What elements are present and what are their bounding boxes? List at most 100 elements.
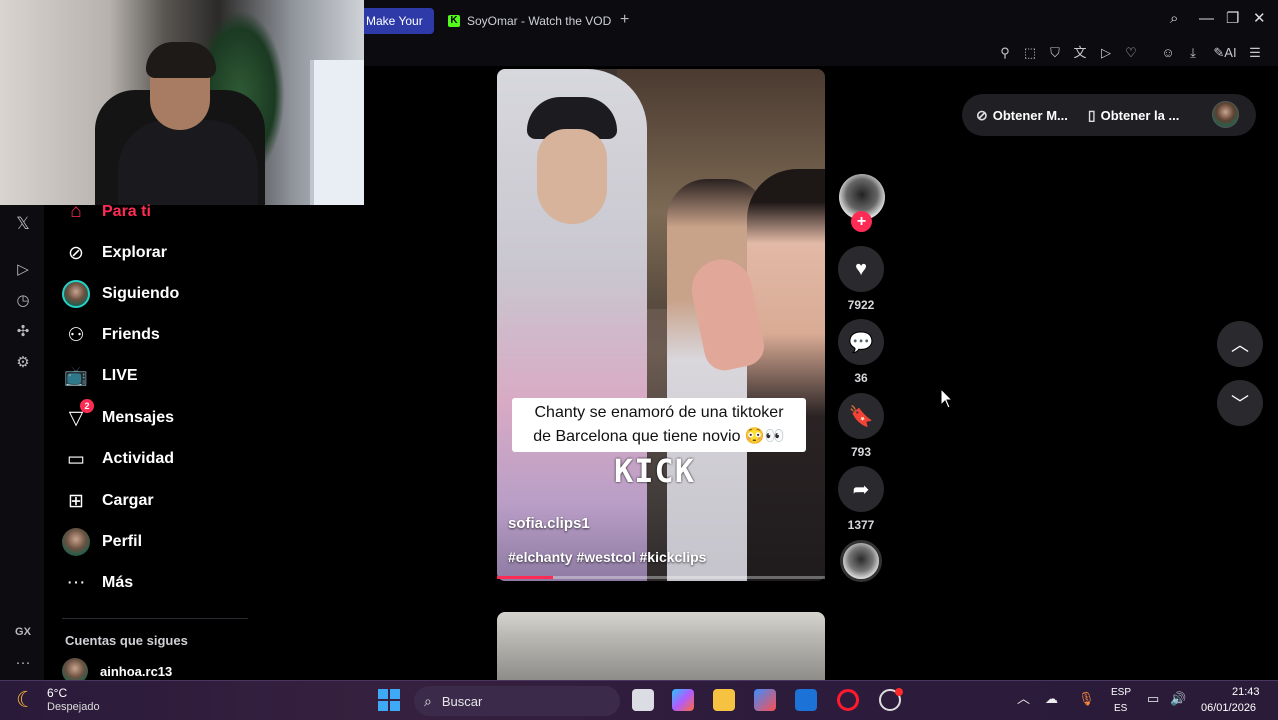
sidebar-item-label: Mensajes (102, 409, 175, 426)
chevron-down-icon: ﹀ (1231, 394, 1249, 414)
opera-gx-icon[interactable] (837, 689, 859, 711)
volume-icon[interactable]: 🔊 (1170, 691, 1186, 707)
messages-icon: ▽ 2 (62, 399, 94, 432)
sidebar-item-perfil[interactable]: Perfil (62, 527, 142, 557)
sidebar-item-live[interactable]: 📺 LIVE (62, 361, 137, 391)
video-player[interactable] (497, 69, 825, 581)
sidebar-item-mas[interactable]: ··· Más (62, 568, 134, 598)
extensions-icon[interactable]: ✣ (12, 321, 34, 343)
task-view-icon[interactable] (632, 689, 654, 711)
music-disc-icon[interactable] (840, 540, 882, 582)
taskbar-search[interactable]: ⌕ Buscar (414, 686, 620, 716)
weather-temperature[interactable]: 6°C (47, 686, 67, 700)
copilot-icon[interactable] (672, 689, 694, 711)
keyboard-layout-indicator[interactable]: ES (1114, 703, 1127, 714)
cloud-icon[interactable]: ☁ (1045, 691, 1058, 707)
shield-icon[interactable]: ⛉ (1046, 44, 1064, 62)
kick-watermark: KICK (614, 452, 696, 490)
follow-plus-icon[interactable]: + (851, 211, 872, 232)
close-icon[interactable]: ✕ (1253, 10, 1266, 28)
language-indicator[interactable]: ESP (1111, 687, 1131, 698)
share-icon: ➦ (852, 478, 870, 501)
sidebar-item-label: Más (102, 574, 134, 591)
clock-date[interactable]: 06/01/2026 (1201, 702, 1256, 714)
network-icon[interactable]: ▭ (1147, 691, 1159, 707)
menu-icon[interactable]: ☰ (1246, 44, 1264, 62)
sidebar-item-actividad[interactable]: ▭ Actividad (62, 444, 174, 474)
caption-line-2: de Barcelona que tiene novio 😳👀 (533, 428, 785, 445)
webcam-overlay (0, 0, 364, 205)
search-placeholder: Buscar (441, 693, 483, 709)
settings-icon[interactable]: ⚙ (12, 352, 34, 374)
home-icon: ⌂ (70, 201, 82, 222)
weather-description[interactable]: Despejado (47, 701, 100, 713)
show-hidden-icons-icon[interactable]: ︿ (1017, 691, 1030, 707)
sidebar-item-label: Siguiendo (102, 285, 180, 302)
mouse-cursor-icon (940, 388, 954, 409)
next-video-preview[interactable] (497, 612, 825, 680)
microphone-icon[interactable]: 🎙 (1078, 691, 1095, 707)
x-icon[interactable]: 𝕏 (12, 213, 34, 235)
video-person-girl-front (747, 169, 825, 581)
sidebar-item-siguiendo[interactable]: Siguiendo (62, 279, 179, 309)
next-video-button[interactable]: ﹀ (1217, 380, 1263, 426)
recording-dot-icon (895, 688, 903, 696)
translate-icon[interactable]: 文 (1071, 44, 1089, 62)
previous-video-button[interactable]: ︿ (1217, 321, 1263, 367)
history-icon[interactable]: ◷ (12, 290, 34, 312)
sidebar-item-para-ti[interactable]: ⌂ Para ti (62, 197, 151, 227)
search-icon: ⌕ (424, 692, 432, 709)
start-menu-icon[interactable] (378, 689, 400, 711)
get-mobile-app-label: Obtener la ... (1100, 107, 1180, 123)
comment-button[interactable]: 💬 (838, 319, 884, 365)
heart-icon[interactable]: ♡ (1122, 44, 1140, 62)
video-face (537, 129, 607, 224)
maximize-icon[interactable]: ❐ (1226, 10, 1239, 28)
video-progress-fill (497, 576, 553, 579)
download-icon[interactable]: ⤓ (1184, 44, 1202, 62)
profile-icon[interactable]: ☺ (1159, 44, 1177, 62)
more-options-icon[interactable]: ··· (12, 652, 34, 674)
pin-icon[interactable]: ⚲ (996, 44, 1014, 62)
search-tabs-icon[interactable]: ⌕ (1170, 10, 1178, 28)
minimize-icon[interactable]: — (1199, 10, 1214, 28)
send-icon[interactable]: ▷ (1097, 44, 1115, 62)
like-button[interactable]: ♥ (838, 246, 884, 292)
get-mobile-app-button[interactable]: ▯ Obtener la ... (1088, 107, 1179, 124)
clock-time[interactable]: 21:43 (1232, 686, 1260, 698)
sidebar-item-label: Actividad (102, 450, 175, 467)
sidebar-item-label: Perfil (102, 533, 143, 550)
video-hashtags[interactable]: #elchanty #westcol #kickclips (508, 549, 706, 565)
video-progress-bar[interactable] (497, 576, 825, 579)
sidebar-item-friends[interactable]: ⚇ Friends (62, 320, 160, 350)
sidebar-item-cargar[interactable]: ⊞ Cargar (62, 486, 154, 516)
get-app-button[interactable]: ⊘ Obtener M... (976, 107, 1068, 124)
sidebar-divider (62, 618, 248, 619)
player-icon[interactable]: ▷ (12, 259, 34, 281)
messages-badge: 2 (80, 399, 94, 413)
get-app-label: Obtener M... (992, 107, 1068, 123)
sidebar-item-label: Friends (102, 326, 160, 343)
tab-label: Make Your (366, 14, 423, 28)
save-button[interactable]: 🔖 (838, 393, 884, 439)
outlook-icon[interactable] (795, 689, 817, 711)
bookmark-icon: 🔖 (848, 405, 874, 428)
share-button[interactable]: ➦ (838, 466, 884, 512)
snapshot-icon[interactable]: ⬚ (1021, 44, 1039, 62)
new-tab-button[interactable]: + (620, 11, 629, 29)
tab-make-your[interactable]: Make Your (364, 8, 434, 34)
store-icon[interactable] (754, 689, 776, 711)
sidebar-item-explorar[interactable]: ⊘ Explorar (62, 238, 167, 268)
window-background (310, 60, 364, 205)
like-count: 7922 (847, 298, 875, 312)
gx-icon[interactable]: GX (12, 621, 34, 643)
tab-soyomar-vod[interactable]: K SoyOmar - Watch the VOD (444, 8, 614, 34)
file-explorer-icon[interactable] (713, 689, 735, 711)
video-author[interactable]: sofia.clips1 (508, 515, 590, 532)
user-avatar[interactable] (1212, 101, 1239, 128)
account-name: ainhoa.rc13 (100, 663, 173, 679)
ai-icon[interactable]: ✎AI (1210, 44, 1240, 62)
sidebar-item-mensajes[interactable]: ▽ 2 Mensajes (62, 399, 175, 433)
compass-icon: ⊘ (976, 106, 988, 123)
moon-weather-icon[interactable]: ☾ (16, 688, 36, 712)
